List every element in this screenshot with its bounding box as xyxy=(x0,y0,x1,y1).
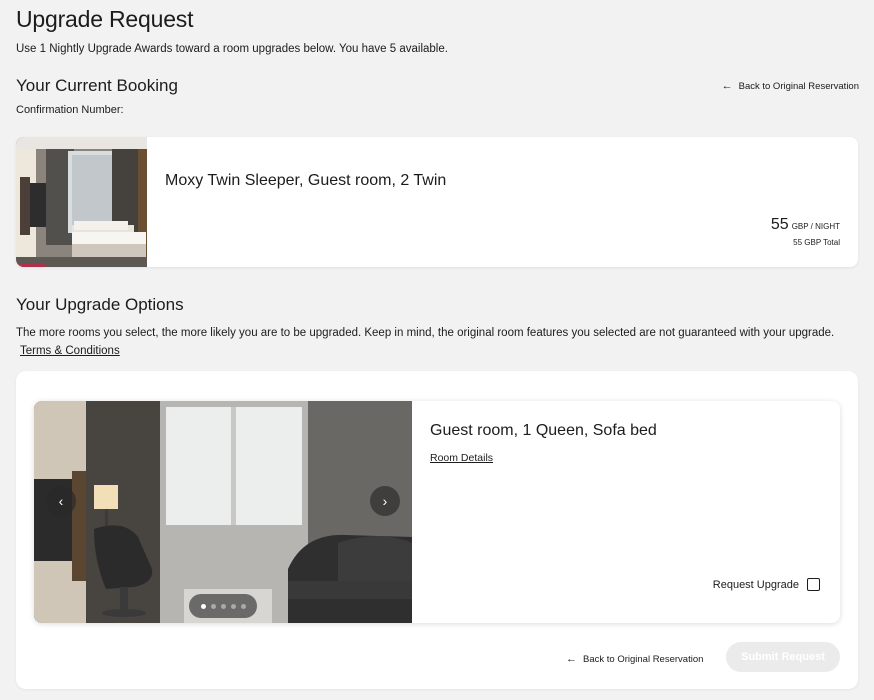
carousel-pagination xyxy=(189,594,257,618)
price-total: 55 GBP Total xyxy=(793,238,840,247)
current-booking-card: Moxy Twin Sleeper, Guest room, 2 Twin 55… xyxy=(16,137,858,267)
current-booking-heading: Your Current Booking xyxy=(16,76,178,95)
arrow-left-icon: ← xyxy=(721,80,733,92)
carousel-dot[interactable] xyxy=(230,603,236,609)
carousel-dot[interactable] xyxy=(200,603,206,609)
page-title: Upgrade Request xyxy=(16,6,194,32)
carousel-dot[interactable] xyxy=(240,603,246,609)
back-link-label: Back to Original Reservation xyxy=(738,80,859,92)
back-to-reservation-link-bottom[interactable]: ← Back to Original Reservation xyxy=(566,653,703,665)
back-link-label: Back to Original Reservation xyxy=(583,653,704,665)
carousel-dot[interactable] xyxy=(210,603,216,609)
price-unit: GBP / NIGHT xyxy=(791,222,840,231)
current-room-name: Moxy Twin Sleeper, Guest room, 2 Twin xyxy=(165,172,447,189)
request-upgrade-control[interactable]: Request Upgrade xyxy=(713,578,820,591)
current-room-price: 55 GBP / NIGHT xyxy=(771,216,840,234)
arrow-left-icon: ← xyxy=(566,653,577,665)
back-to-reservation-link-top[interactable]: ← Back to Original Reservation xyxy=(722,80,859,92)
current-room-image xyxy=(16,137,147,267)
upgrade-description-text: The more rooms you select, the more like… xyxy=(16,327,835,339)
upgrade-description: The more rooms you select, the more like… xyxy=(16,324,846,360)
confirmation-number-label: Confirmation Number: xyxy=(16,104,124,116)
price-value: 55 xyxy=(770,216,789,233)
awards-text: Use 1 Nightly Upgrade Awards toward a ro… xyxy=(16,43,448,55)
room-image-carousel[interactable]: ‹ › xyxy=(34,401,412,623)
upgrade-options-heading: Your Upgrade Options xyxy=(16,295,184,314)
upgrade-options-panel: ‹ › Guest room, 1 Queen, Sofa bed Room D… xyxy=(16,371,858,689)
room-details-link[interactable]: Room Details xyxy=(430,452,493,464)
upgrade-option-card: ‹ › Guest room, 1 Queen, Sofa bed Room D… xyxy=(34,401,840,623)
request-upgrade-checkbox[interactable] xyxy=(807,578,820,591)
terms-link[interactable]: Terms & Conditions xyxy=(20,345,120,357)
carousel-prev-button[interactable]: ‹ xyxy=(46,486,76,516)
chevron-right-icon: › xyxy=(382,493,388,509)
carousel-next-button[interactable]: › xyxy=(370,486,400,516)
chevron-left-icon: ‹ xyxy=(58,493,64,509)
request-upgrade-label: Request Upgrade xyxy=(712,578,799,591)
upgrade-room-name: Guest room, 1 Queen, Sofa bed xyxy=(430,422,657,439)
submit-request-button[interactable]: Submit Request xyxy=(726,642,840,672)
carousel-dot[interactable] xyxy=(220,603,226,609)
